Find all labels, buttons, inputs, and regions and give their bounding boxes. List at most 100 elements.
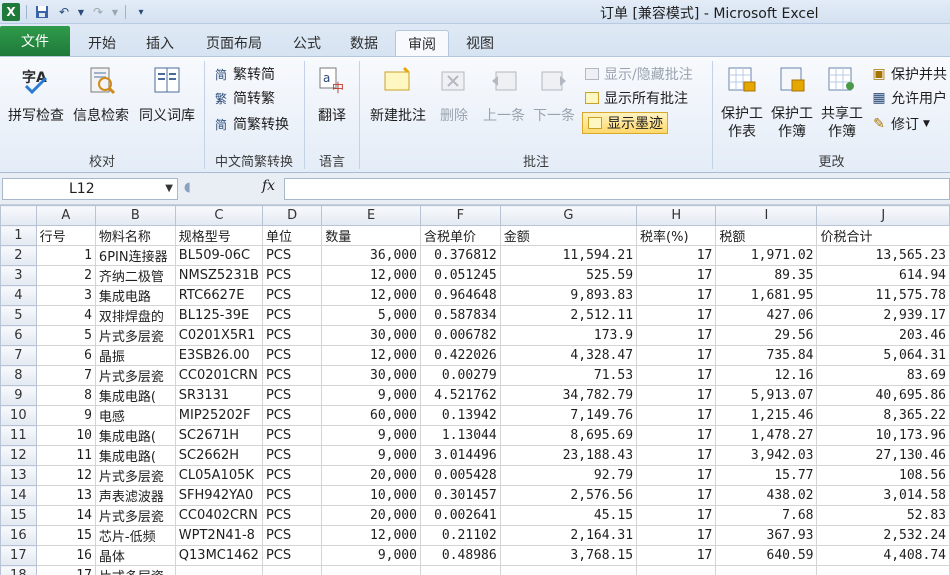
cell[interactable]: 11,594.21 [499,245,638,266]
cell[interactable] [636,565,717,575]
row-header[interactable]: 5 [0,305,37,326]
cell[interactable]: 片式多层瓷 [94,365,176,386]
cell[interactable]: 17 [35,565,96,575]
row-header[interactable]: 16 [0,525,37,546]
cell[interactable]: 9,000 [321,445,421,466]
cell[interactable]: 438.02 [715,485,818,506]
cell[interactable]: 173.9 [499,325,638,346]
share-workbook-button[interactable]: 共享工作簿 [817,63,867,141]
cell[interactable]: 1,971.02 [715,245,818,266]
tab-data[interactable]: 数据 [338,30,390,56]
row-header[interactable]: 10 [0,405,37,426]
cell[interactable]: 29.56 [715,325,818,346]
cell[interactable]: 2,939.17 [816,305,950,326]
cell[interactable]: 行号 [35,225,96,246]
cell[interactable]: 17 [636,545,717,566]
cell[interactable]: 17 [636,405,717,426]
column-header[interactable]: F [419,205,501,226]
cell[interactable]: 14 [35,505,96,526]
row-header[interactable]: 13 [0,465,37,486]
cell[interactable]: 17 [636,345,717,366]
thesaurus-button[interactable]: 同义词库 [136,63,198,125]
cell[interactable]: PCS [261,485,323,506]
cell[interactable]: PCS [261,425,323,446]
tab-home[interactable]: 开始 [76,30,128,56]
cell[interactable]: 0.301457 [419,485,501,506]
translate-button[interactable]: a中 翻译 [311,63,353,125]
cell[interactable]: 金额 [499,225,638,246]
cell[interactable]: 17 [636,365,717,386]
protect-and-share-button[interactable]: ▣ 保护并共 [871,63,947,85]
cell[interactable]: 17 [636,525,717,546]
cell[interactable]: SC2671H [174,425,263,446]
cell[interactable]: 17 [636,445,717,466]
cell[interactable]: 0.964648 [419,285,501,306]
row-header[interactable]: 9 [0,385,37,406]
name-box[interactable]: L12 ▼ [2,178,178,200]
cell[interactable]: SC2662H [174,445,263,466]
row-header[interactable]: 3 [0,265,37,286]
cell[interactable]: 片式多层瓷 [94,505,176,526]
redo-icon[interactable]: ↷ [89,3,107,21]
cell[interactable]: SR3131 [174,385,263,406]
cell[interactable]: 1,478.27 [715,425,818,446]
cell[interactable]: 9,893.83 [499,285,638,306]
cell[interactable]: 52.83 [816,505,950,526]
cell[interactable]: 2,532.24 [816,525,950,546]
cell[interactable]: 27,130.46 [816,445,950,466]
cell[interactable]: 36,000 [321,245,421,266]
cell[interactable]: 集成电路 [94,285,176,306]
cell[interactable]: 0.21102 [419,525,501,546]
cell[interactable]: PCS [261,345,323,366]
cell[interactable]: 34,782.79 [499,385,638,406]
cell[interactable]: 晶振 [94,345,176,366]
cell[interactable]: 12,000 [321,345,421,366]
cell[interactable]: WPT2N41-8 [174,525,263,546]
cell[interactable]: PCS [261,445,323,466]
tab-page-layout[interactable]: 页面布局 [194,30,274,56]
cell[interactable]: PCS [261,545,323,566]
cell[interactable]: 0.002641 [419,505,501,526]
cell[interactable]: 晶体 [94,545,176,566]
cell[interactable] [261,565,323,575]
tab-formulas[interactable]: 公式 [282,30,332,56]
cell[interactable]: 9 [35,405,96,426]
column-header[interactable]: G [499,205,638,226]
cell[interactable]: PCS [261,325,323,346]
cell[interactable] [419,565,501,575]
cell[interactable]: RTC6627E [174,285,263,306]
cell[interactable]: 13,565.23 [816,245,950,266]
cell[interactable]: 735.84 [715,345,818,366]
cell[interactable]: 8 [35,385,96,406]
to-traditional-button[interactable]: 繁 简转繁 [213,87,275,109]
column-header[interactable]: D [261,205,323,226]
cell[interactable]: 17 [636,325,717,346]
column-header[interactable]: E [321,205,421,226]
cell[interactable]: 片式多层瓷 [94,465,176,486]
protect-sheet-button[interactable]: 保护工作表 [717,63,767,141]
cell[interactable]: 17 [636,245,717,266]
cell[interactable]: 20,000 [321,505,421,526]
cell[interactable]: PCS [261,265,323,286]
cell[interactable]: CL05A105K [174,465,263,486]
cell[interactable]: 9,000 [321,545,421,566]
cell[interactable]: 片式多层瓷 [94,565,176,575]
cell[interactable] [499,565,638,575]
insert-function-icon[interactable]: fx [262,178,275,194]
excel-logo-icon[interactable]: X [2,3,20,21]
cell[interactable]: 1 [35,245,96,266]
cell[interactable]: 20,000 [321,465,421,486]
cell[interactable]: 17 [636,465,717,486]
cell[interactable]: 片式多层瓷 [94,325,176,346]
cell[interactable]: 0.48986 [419,545,501,566]
tab-view[interactable]: 视图 [455,30,505,56]
cell[interactable]: 含税单价 [419,225,501,246]
new-comment-button[interactable]: 新建批注 [366,63,430,125]
cell[interactable]: 5,064.31 [816,345,950,366]
cell[interactable]: 11 [35,445,96,466]
cell[interactable]: 30,000 [321,365,421,386]
show-ink-button[interactable]: 显示墨迹 [582,112,668,134]
cell[interactable]: 5,913.07 [715,385,818,406]
row-header[interactable]: 14 [0,485,37,506]
cell[interactable]: 89.35 [715,265,818,286]
